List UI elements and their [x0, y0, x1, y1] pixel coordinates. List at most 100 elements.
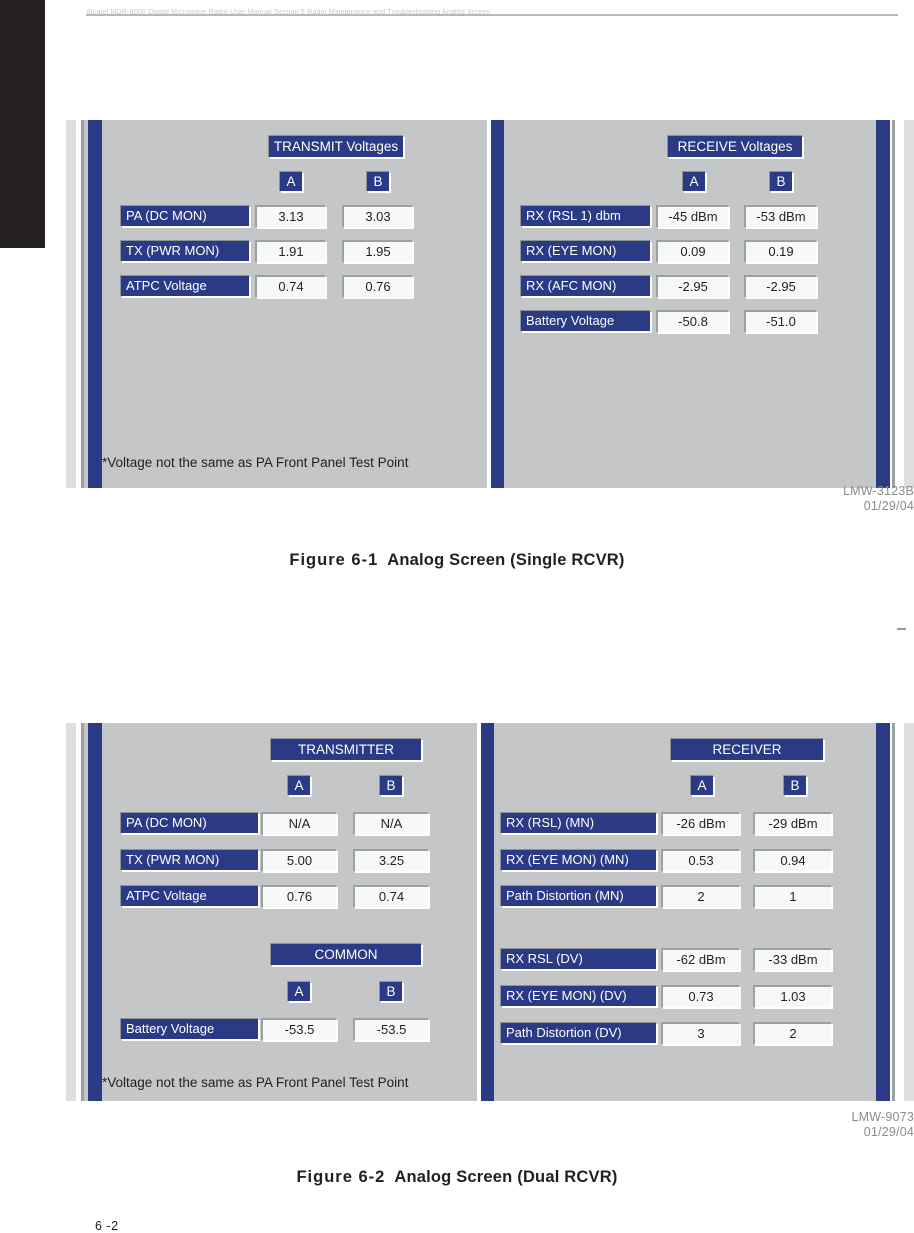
figure2-receiver-dv-value-a[interactable]: -62 dBm: [661, 948, 739, 970]
figure2-common-column-b: B: [379, 981, 402, 1001]
figure1-receive-value-b[interactable]: -53 dBm: [744, 205, 816, 227]
figure2-transmitter-row-label: PA (DC MON): [120, 812, 258, 833]
figure1-transmit-title: TRANSMIT Voltages: [268, 135, 403, 157]
page-thumb-tab: [0, 0, 45, 248]
figure1-receive-title: RECEIVE Voltages: [667, 135, 802, 157]
figure2-caption-title: Analog Screen (Dual RCVR): [394, 1168, 618, 1186]
figure2-transmitter-column-a: A: [287, 775, 310, 795]
figure2-transmitter-title: TRANSMITTER: [270, 738, 421, 760]
figure1-left-rail: [66, 120, 76, 488]
figure1-receive-column-b: B: [769, 171, 792, 191]
figure2-receiver-dv-value-b[interactable]: 1.03: [753, 985, 831, 1007]
figure2-id-block: LMW-9073 01/29/04: [0, 1110, 914, 1140]
figure2-receiver-mn-value-a[interactable]: -26 dBm: [661, 812, 739, 834]
figure1-id-block: LMW-3123B 01/29/04: [0, 484, 914, 514]
figure2-transmitter-row-label: ATPC Voltage: [120, 885, 258, 906]
figure1-caption-title: Analog Screen (Single RCVR): [387, 551, 625, 569]
figure1-left-panel-bg: [84, 120, 554, 488]
figure1-screenshot: TRANSMIT Voltages A B PA (DC MON) 3.13 3…: [66, 120, 914, 488]
figure1-caption-number: Figure 6-1: [289, 551, 379, 569]
figure1-transmit-value-b[interactable]: 1.95: [342, 240, 412, 262]
figure2-transmitter-value-b[interactable]: 3.25: [353, 849, 428, 871]
figure2-transmitter-column-b: B: [379, 775, 402, 795]
figure2-receiver-dv-value-b[interactable]: -33 dBm: [753, 948, 831, 970]
figure1-transmit-value-b[interactable]: 3.03: [342, 205, 412, 227]
figure2-drawing-number: LMW-9073: [851, 1110, 914, 1124]
figure2-right-blue-bar: [876, 723, 890, 1101]
figure1-receive-value-b[interactable]: 0.19: [744, 240, 816, 262]
figure2-footnote: *Voltage not the same as PA Front Panel …: [102, 1075, 409, 1090]
figure1-receive-row-label: RX (EYE MON): [520, 240, 650, 261]
figure2-receiver-mn-value-b[interactable]: -29 dBm: [753, 812, 831, 834]
figure1-footnote: *Voltage not the same as PA Front Panel …: [102, 455, 409, 470]
figure1-receive-value-a[interactable]: -2.95: [656, 275, 728, 297]
figure2-receiver-column-b: B: [783, 775, 806, 795]
figure1-receive-value-a[interactable]: -50.8: [656, 310, 728, 332]
figure2-transmitter-value-b[interactable]: N/A: [353, 812, 428, 834]
running-header-text: Alcatel MDR-8000 Digital Microwave Radio…: [86, 9, 491, 16]
figure1-receive-value-b[interactable]: -2.95: [744, 275, 816, 297]
figure2-receiver-dv-value-a[interactable]: 3: [661, 1022, 739, 1044]
figure2-transmitter-value-b[interactable]: 0.74: [353, 885, 428, 907]
figure1-left-blue-bar: [88, 120, 102, 488]
figure2-right-panel-bg: [494, 723, 876, 1101]
figure1-right-blue-bar: [876, 120, 890, 488]
figure1-receive-column-a: A: [682, 171, 705, 191]
figure1-receive-value-a[interactable]: 0.09: [656, 240, 728, 262]
figure1-receive-value-a[interactable]: -45 dBm: [656, 205, 728, 227]
figure2-receiver-column-a: A: [690, 775, 713, 795]
figure2-receiver-mn-value-b[interactable]: 1: [753, 885, 831, 907]
figure2-receiver-mn-row-label: RX (EYE MON) (MN): [500, 849, 656, 870]
figure1-receive-row-label: RX (AFC MON): [520, 275, 650, 296]
figure2-transmitter-value-a[interactable]: N/A: [261, 812, 336, 834]
figure2-transmitter-value-a[interactable]: 0.76: [261, 885, 336, 907]
figure2-caption-number: Figure 6-2: [296, 1168, 386, 1186]
figure1-transmit-value-a[interactable]: 0.74: [255, 275, 325, 297]
figure2-common-value-b[interactable]: -53.5: [353, 1018, 428, 1040]
page-number: 6 -2: [95, 1219, 119, 1233]
figure1-transmit-value-a[interactable]: 3.13: [255, 205, 325, 227]
figure2-transmitter-value-a[interactable]: 5.00: [261, 849, 336, 871]
figure2-right-gutter: [895, 723, 900, 1101]
figure2-common-value-a[interactable]: -53.5: [261, 1018, 336, 1040]
figure1-right-gutter: [895, 120, 900, 488]
figure1-transmit-value-b[interactable]: 0.76: [342, 275, 412, 297]
figure2-left-rail: [66, 723, 76, 1101]
figure2-receiver-dv-value-b[interactable]: 2: [753, 1022, 831, 1044]
figure1-caption: Figure 6-1 Analog Screen (Single RCVR): [0, 551, 914, 570]
figure2-receiver-dv-row-label: RX RSL (DV): [500, 948, 656, 969]
figure1-receive-row-label: RX (RSL 1) dbm: [520, 205, 650, 226]
figure2-screenshot: TRANSMITTER A B PA (DC MON) N/A N/A TX (…: [66, 723, 914, 1101]
figure2-receiver-dv-value-a[interactable]: 0.73: [661, 985, 739, 1007]
figure1-transmit-row-label: ATPC Voltage: [120, 275, 249, 296]
figure1-receive-value-b[interactable]: -51.0: [744, 310, 816, 332]
figure2-receiver-mn-value-a[interactable]: 2: [661, 885, 739, 907]
figure2-left-blue-bar: [88, 723, 102, 1101]
figure2-common-row-label: Battery Voltage: [120, 1018, 258, 1039]
figure1-right-rail: [904, 120, 914, 488]
figure2-receiver-dv-row-label: Path Distortion (DV): [500, 1022, 656, 1043]
figure2-caption: Figure 6-2 Analog Screen (Dual RCVR): [0, 1168, 914, 1187]
figure2-center-blue-bar: [481, 723, 494, 1101]
figure2-drawing-date: 01/29/04: [863, 1125, 914, 1139]
figure1-transmit-row-label: TX (PWR MON): [120, 240, 249, 261]
figure2-transmitter-row-label: TX (PWR MON): [120, 849, 258, 870]
figure1-transmit-row-label: PA (DC MON): [120, 205, 249, 226]
margin-tick-mark: [897, 628, 906, 630]
figure2-receiver-mn-row-label: Path Distortion (MN): [500, 885, 656, 906]
figure2-right-rail: [904, 723, 914, 1101]
figure2-common-title: COMMON: [270, 943, 421, 965]
figure1-transmit-column-a: A: [279, 171, 302, 191]
figure1-transmit-column-b: B: [366, 171, 389, 191]
figure2-receiver-title: RECEIVER: [670, 738, 823, 760]
figure1-center-blue-bar: [491, 120, 504, 488]
figure2-receiver-mn-value-a[interactable]: 0.53: [661, 849, 739, 871]
figure1-receive-row-label: Battery Voltage: [520, 310, 650, 331]
figure2-common-column-a: A: [287, 981, 310, 1001]
figure1-drawing-date: 01/29/04: [863, 499, 914, 513]
figure1-drawing-number: LMW-3123B: [842, 484, 914, 498]
figure2-receiver-mn-row-label: RX (RSL) (MN): [500, 812, 656, 833]
figure1-transmit-value-a[interactable]: 1.91: [255, 240, 325, 262]
figure2-receiver-mn-value-b[interactable]: 0.94: [753, 849, 831, 871]
figure2-receiver-dv-row-label: RX (EYE MON) (DV): [500, 985, 656, 1006]
